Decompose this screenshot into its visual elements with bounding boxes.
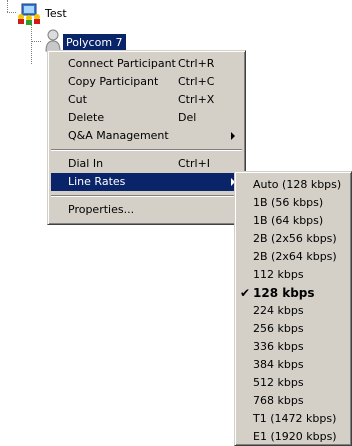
line-rate-item-t1[interactable]: T1 (1472 kbps)	[238, 410, 348, 428]
menu-separator	[51, 149, 242, 151]
line-rate-item-768[interactable]: 768 kbps	[238, 392, 348, 410]
screen: Test Polycom 7 Connect Participant Ctrl+…	[0, 0, 352, 446]
conference-icon[interactable]	[17, 2, 41, 26]
menu-item-delete[interactable]: Delete Del	[51, 109, 242, 127]
line-rate-label: 112 kbps	[253, 268, 304, 281]
menu-item-line-rates[interactable]: Line Rates	[51, 173, 242, 191]
menu-item-label: Delete	[68, 111, 105, 124]
line-rate-label: 384 kbps	[253, 358, 304, 371]
line-rate-label: 128 kbps	[253, 286, 315, 300]
menu-item-qa-management[interactable]: Q&A Management	[51, 127, 242, 145]
line-rate-item-1b-64[interactable]: 1B (64 kbps)	[238, 212, 348, 230]
line-rate-label: 512 kbps	[253, 376, 304, 389]
menu-item-label: Dial In	[68, 157, 104, 170]
line-rate-item-2b-2x56[interactable]: 2B (2x56 kbps)	[238, 230, 348, 248]
menu-item-copy-participant[interactable]: Copy Participant Ctrl+C	[51, 73, 242, 91]
menu-item-shortcut: Ctrl+C	[178, 75, 215, 88]
tree-connector-line	[7, 12, 16, 13]
menu-item-label: Properties...	[68, 203, 135, 216]
line-rate-item-384[interactable]: 384 kbps	[238, 356, 348, 374]
line-rate-item-128[interactable]: ✔ 128 kbps	[238, 284, 348, 302]
line-rate-label: T1 (1472 kbps)	[253, 412, 337, 425]
checkmark-icon: ✔	[240, 286, 251, 300]
tree-connector-line	[31, 24, 32, 64]
menu-item-shortcut: Del	[178, 111, 197, 124]
line-rate-label: E1 (1920 kbps)	[253, 430, 337, 443]
line-rate-item-512[interactable]: 512 kbps	[238, 374, 348, 392]
line-rate-label: 1B (56 kbps)	[253, 196, 324, 209]
menu-item-properties[interactable]: Properties...	[51, 201, 242, 219]
menu-item-cut[interactable]: Cut Ctrl+X	[51, 91, 242, 109]
menu-item-shortcut: Ctrl+I	[178, 157, 211, 170]
line-rate-label: Auto (128 kbps)	[253, 178, 342, 191]
submenu-arrow-icon	[231, 132, 235, 140]
tree-connector-line	[7, 0, 8, 12]
line-rates-submenu: Auto (128 kbps) 1B (56 kbps) 1B (64 kbps…	[234, 171, 352, 446]
menu-item-label: Line Rates	[68, 175, 126, 188]
menu-item-label: Cut	[68, 93, 87, 106]
menu-item-label: Connect Participant	[68, 57, 176, 70]
line-rate-item-224[interactable]: 224 kbps	[238, 302, 348, 320]
line-rate-label: 224 kbps	[253, 304, 304, 317]
line-rate-item-336[interactable]: 336 kbps	[238, 338, 348, 356]
menu-item-connect-participant[interactable]: Connect Participant Ctrl+R	[51, 55, 242, 73]
menu-separator	[51, 195, 242, 197]
menu-item-dial-in[interactable]: Dial In Ctrl+I	[51, 155, 242, 173]
line-rate-item-auto[interactable]: Auto (128 kbps)	[238, 176, 348, 194]
menu-item-label: Copy Participant	[68, 75, 159, 88]
line-rate-item-1b-56[interactable]: 1B (56 kbps)	[238, 194, 348, 212]
menu-item-shortcut: Ctrl+X	[178, 93, 215, 106]
menu-item-label: Q&A Management	[68, 129, 169, 142]
context-menu: Connect Participant Ctrl+R Copy Particip…	[47, 50, 246, 225]
line-rate-label: 2B (2x56 kbps)	[253, 232, 337, 245]
line-rate-label: 336 kbps	[253, 340, 304, 353]
tree-connector-line	[31, 41, 41, 42]
menu-item-shortcut: Ctrl+R	[178, 57, 215, 70]
line-rate-item-256[interactable]: 256 kbps	[238, 320, 348, 338]
line-rate-label: 768 kbps	[253, 394, 304, 407]
participant-icon[interactable]	[44, 28, 62, 52]
line-rate-label: 256 kbps	[253, 322, 304, 335]
participant-label[interactable]: Polycom 7	[63, 34, 126, 51]
conference-label[interactable]: Test	[45, 7, 67, 21]
line-rate-item-e1[interactable]: E1 (1920 kbps)	[238, 428, 348, 446]
line-rate-item-2b-2x64[interactable]: 2B (2x64 kbps)	[238, 248, 348, 266]
line-rate-label: 1B (64 kbps)	[253, 214, 324, 227]
line-rate-item-112[interactable]: 112 kbps	[238, 266, 348, 284]
line-rate-label: 2B (2x64 kbps)	[253, 250, 337, 263]
